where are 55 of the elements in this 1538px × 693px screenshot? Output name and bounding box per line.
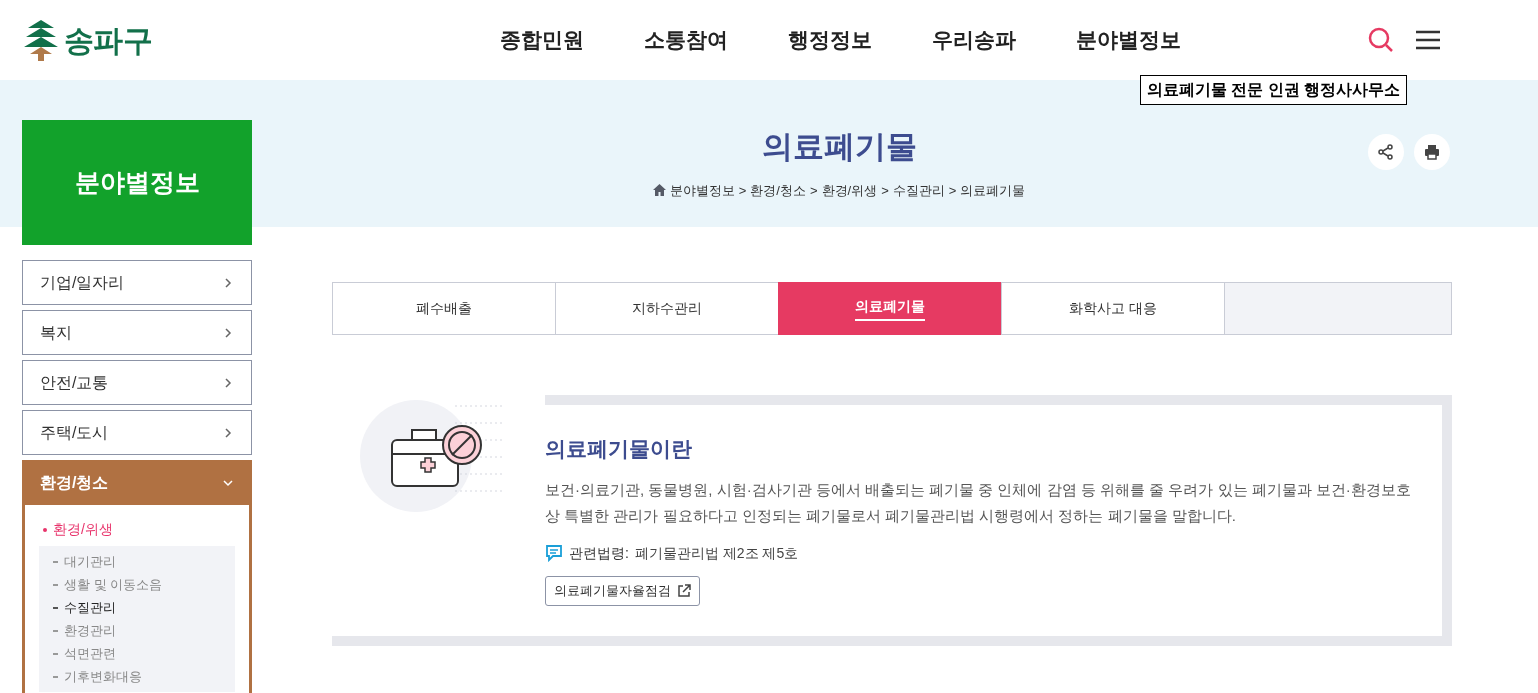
search-icon[interactable] — [1367, 26, 1395, 54]
breadcrumb-link[interactable]: 분야별정보 — [669, 180, 735, 200]
tab[interactable]: 지하수관리 — [555, 282, 779, 335]
submenu-link[interactable]: 수질관리 — [53, 596, 221, 619]
breadcrumb-link[interactable]: 수질관리 — [892, 180, 945, 200]
tab[interactable]: 화학사고 대응 — [1001, 282, 1225, 335]
chevron-right-icon — [222, 276, 234, 289]
breadcrumb-separator: > — [948, 181, 957, 200]
nav-link[interactable]: 소통참여 — [644, 24, 728, 56]
printer-icon — [1424, 144, 1440, 160]
law-label: 관련법령: — [569, 543, 629, 563]
sidebar-menu-item[interactable]: 복지 — [22, 310, 252, 355]
law-text: 폐기물관리법 제2조 제5호 — [634, 543, 799, 563]
dash-icon — [53, 583, 58, 586]
dash-icon — [53, 560, 58, 563]
nav-link[interactable]: 분야별정보 — [1076, 24, 1181, 56]
dash-icon — [53, 606, 58, 609]
chevron-right-icon — [222, 376, 234, 389]
share-button[interactable] — [1368, 134, 1404, 170]
print-button[interactable] — [1414, 134, 1450, 170]
chevron-right-icon — [222, 426, 234, 439]
sidebar-menu-item[interactable]: 기업/일자리 — [22, 260, 252, 305]
menu-icon[interactable] — [1415, 29, 1441, 51]
speech-bubble-icon — [545, 544, 563, 562]
breadcrumb-separator: > — [738, 181, 747, 200]
nav-link[interactable]: 종합민원 — [500, 24, 584, 56]
tab[interactable]: 의료폐기물 — [778, 282, 1002, 335]
nav-link[interactable]: 행정정보 — [788, 24, 872, 56]
tooltip: 의료폐기물 전문 인권 행정사사무소 — [1140, 75, 1408, 105]
chevron-right-icon — [222, 326, 234, 339]
sidebar-menu-item[interactable]: 주택/도시 — [22, 410, 252, 455]
breadcrumb-link[interactable]: 환경/청소 — [750, 180, 806, 200]
logo-text[interactable]: 송파구 — [64, 17, 152, 63]
share-icon — [1378, 144, 1394, 160]
section-heading: 의료폐기물이란 — [545, 436, 693, 462]
home-icon — [652, 184, 666, 197]
description-text: 보건·의료기관, 동물병원, 시험·검사기관 등에서 배출되는 폐기물 중 인체에 감염 등 위해를 줄 우려가 있는 폐기물과 보건·환경보호 상 특별한 관리가 필요하다고 인정되는 폐기물로서 폐기물관리법 시행령에서 정하는 폐기물을 말합니다. — [545, 479, 1412, 526]
breadcrumb-separator: > — [809, 181, 818, 200]
external-link-button[interactable]: 의료폐기물자율점검 — [545, 575, 700, 606]
external-link-icon — [677, 583, 691, 598]
sidebar-menu-item[interactable]: 안전/교통 — [22, 360, 252, 405]
breadcrumb-separator: > — [881, 181, 889, 200]
dash-icon — [53, 652, 58, 655]
submenu-item[interactable]: 환경/위생 — [39, 519, 235, 540]
dash-icon — [53, 629, 58, 632]
pine-tree-logo-icon — [22, 18, 60, 62]
bullet-icon — [43, 527, 47, 532]
sidebar-menu-item[interactable]: 환경/청소 — [22, 460, 252, 505]
sidebar-title: 분야별정보 — [74, 166, 200, 198]
nav-link[interactable]: 우리송파 — [932, 24, 1016, 56]
page-title: 의료폐기물 — [761, 128, 917, 166]
breadcrumb-link[interactable]: 의료폐기물 — [960, 180, 1026, 200]
tab[interactable]: 폐수배출 — [332, 282, 556, 335]
breadcrumb-link[interactable]: 환경/위생 — [821, 180, 878, 200]
dash-icon — [53, 675, 58, 678]
